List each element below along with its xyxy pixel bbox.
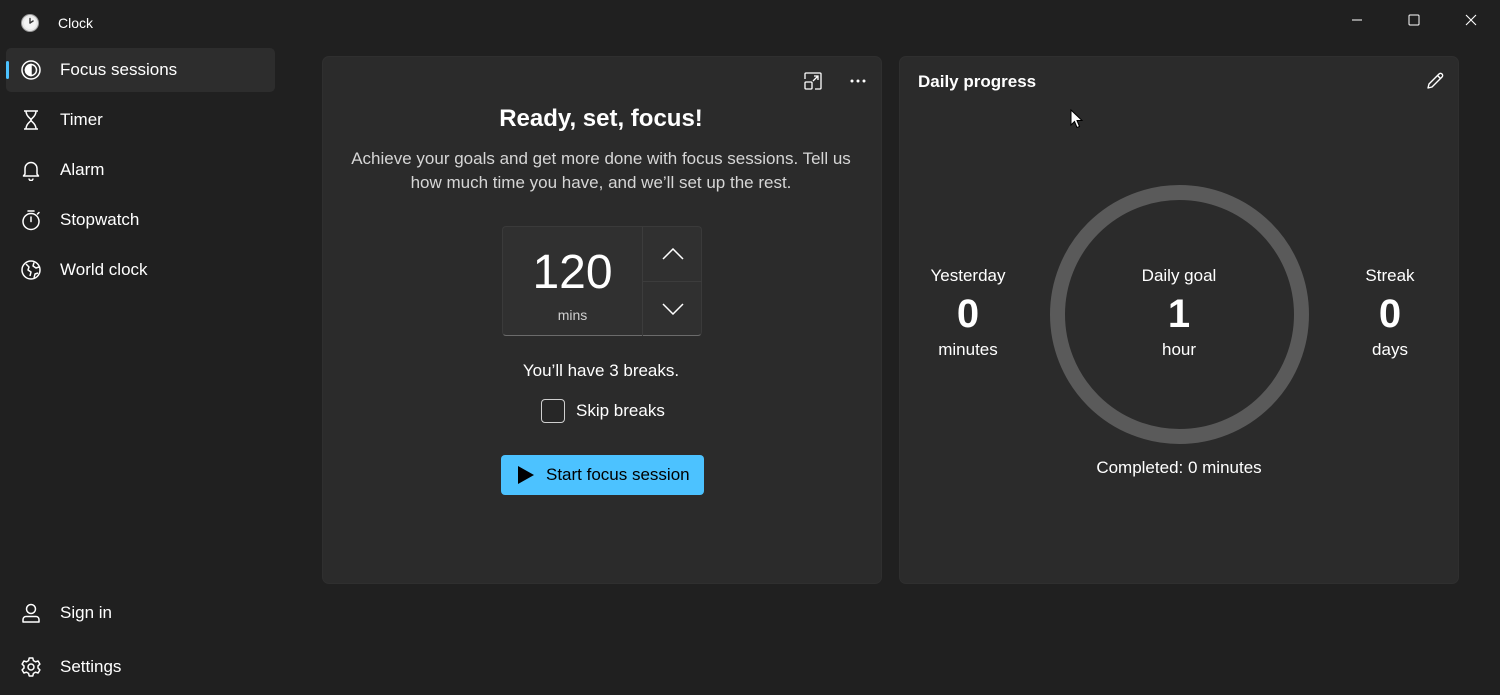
more-options-icon [850,79,866,83]
decrease-duration-button[interactable] [643,282,702,336]
duration-unit: mins [557,307,588,323]
yesterday-stat: Yesterday 0 minutes [908,266,1028,360]
minimize-button[interactable] [1329,0,1385,40]
skip-breaks-label: Skip breaks [576,401,665,420]
streak-value: 0 [1378,292,1402,336]
hourglass-icon [20,109,42,131]
breaks-info: You’ll have 3 breaks. [522,361,680,380]
pencil-icon [1427,72,1444,89]
sidebar-item-label: World clock [60,260,148,279]
sidebar-item-label: Timer [60,110,103,129]
focus-description: Achieve your goals and get more done wit… [351,149,851,192]
mouse-cursor-icon [1070,109,1084,129]
compact-overlay-icon [804,72,822,90]
bell-icon [20,159,42,182]
skip-breaks-checkbox[interactable] [541,399,565,423]
sidebar-item-label: Settings [60,657,122,676]
sidebar-item-focus-sessions[interactable]: Focus sessions [6,48,275,92]
sidebar-item-label: Sign in [60,603,112,622]
daily-goal-unit: hour [1161,340,1197,359]
chevron-up-icon [661,248,684,260]
sidebar-item-sign-in[interactable]: Sign in [6,591,275,635]
duration-value[interactable]: 120 [503,245,642,300]
sidebar-item-world-clock[interactable]: World clock [6,248,275,292]
minimize-icon [1352,19,1362,21]
daily-goal-label: Daily goal [1141,266,1217,285]
stopwatch-icon [20,209,42,231]
daily-progress-title: Daily progress [918,72,1037,91]
daily-goal-value: 1 [1167,292,1191,336]
sidebar-item-timer[interactable]: Timer [6,98,275,142]
gear-icon [20,656,42,678]
maximize-icon [1408,14,1420,26]
focus-session-card: Ready, set, focus! Achieve your goals an… [322,56,882,584]
maximize-button[interactable] [1386,0,1442,40]
app-title: Clock [58,15,94,31]
focus-icon [20,59,42,81]
compact-overlay-button[interactable] [797,65,829,97]
sidebar-item-label: Stopwatch [60,210,140,229]
sidebar-item-stopwatch[interactable]: Stopwatch [6,198,275,242]
chevron-down-icon [661,303,684,315]
skip-breaks-option[interactable]: Skip breaks [541,398,665,424]
streak-stat: Streak 0 days [1330,266,1450,360]
yesterday-label: Yesterday [930,266,1006,285]
daily-progress-card: Daily progress Yesterday 0 minutes Daily… [899,56,1459,584]
person-icon [20,602,42,624]
edit-goals-button[interactable] [1419,65,1451,97]
clock-app-icon [20,13,40,33]
daily-goal-stat[interactable]: Daily goal 1 hour [1119,266,1239,360]
yesterday-value: 0 [956,292,980,336]
sidebar-item-alarm[interactable]: Alarm [6,148,275,192]
sidebar-item-settings[interactable]: Settings [6,645,275,689]
app-title-bar: Clock [20,12,93,34]
start-focus-session-label: Start focus session [546,465,690,484]
completed-summary: Completed: 0 minutes [1096,458,1262,477]
sidebar: Clock Focus sessions Timer Alarm Stopwat… [0,0,281,695]
yesterday-unit: minutes [938,340,998,359]
streak-label: Streak [1365,266,1415,285]
sidebar-item-label: Alarm [60,160,105,179]
streak-unit: days [1372,340,1408,359]
more-options-button[interactable] [842,65,874,97]
start-focus-session-button[interactable]: Start focus session [501,455,704,495]
increase-duration-button[interactable] [643,227,702,281]
globe-icon [20,259,42,281]
close-icon [1465,14,1477,26]
focus-title: Ready, set, focus! [499,105,703,132]
duration-stepper[interactable]: 120 mins [502,226,702,336]
sidebar-item-label: Focus sessions [60,60,178,79]
play-icon [518,466,534,484]
close-button[interactable] [1443,0,1499,40]
